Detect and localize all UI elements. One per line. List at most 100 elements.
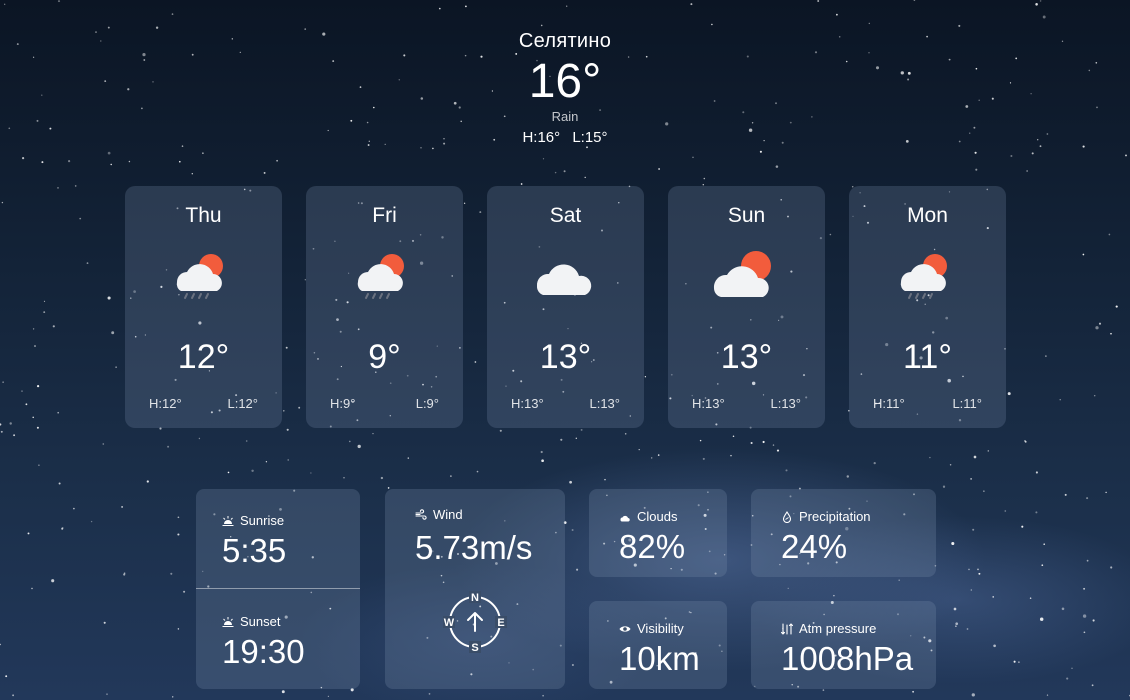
star: [372, 432, 374, 435]
current-weather: Селятино 16° Rain H:16° L:15°: [0, 30, 1130, 146]
sun-times-tile: Sunrise 5:35 Sunset 19:30: [196, 489, 360, 689]
star: [762, 440, 765, 444]
star: [929, 456, 931, 459]
star: [155, 26, 159, 29]
star: [912, 690, 914, 693]
precipitation-value: 24%: [781, 528, 848, 565]
star: [450, 475, 452, 477]
star: [1021, 525, 1024, 528]
current-low: L:15°: [572, 129, 608, 146]
star: [420, 146, 422, 149]
star: [836, 13, 838, 16]
star: [102, 443, 105, 445]
forecast-day: Fri: [372, 204, 397, 227]
star: [107, 151, 111, 155]
star: [955, 625, 957, 627]
star: [432, 147, 434, 150]
star: [1039, 617, 1044, 621]
star: [949, 463, 952, 466]
star: [68, 160, 71, 163]
pressure-icon: [781, 622, 793, 635]
forecast-temperature: 13°: [720, 338, 773, 376]
star: [1105, 491, 1107, 494]
star: [977, 568, 979, 571]
star: [987, 450, 990, 452]
forecast-card-thu[interactable]: Thu 12° H:12° L:12°: [125, 186, 282, 428]
forecast-temperature: 9°: [368, 338, 401, 376]
star: [955, 622, 959, 626]
star: [1029, 597, 1032, 599]
star: [541, 459, 544, 463]
forecast-low: L:12°: [227, 396, 258, 411]
forecast-high: H:9°: [330, 396, 356, 411]
star: [146, 480, 149, 483]
star: [868, 22, 870, 25]
star: [1031, 152, 1034, 155]
star: [1043, 543, 1046, 546]
star: [951, 541, 955, 546]
star: [171, 696, 174, 698]
star: [1064, 493, 1067, 496]
star: [542, 694, 544, 697]
star: [651, 457, 653, 459]
star: [1061, 607, 1065, 611]
star: [913, 0, 916, 1]
star: [41, 161, 44, 164]
star: [1095, 326, 1099, 330]
star: [571, 663, 574, 667]
star: [32, 328, 35, 330]
forecast-card-sat[interactable]: Sat 13° H:13° L:13°: [487, 186, 644, 428]
star: [198, 437, 201, 440]
pressure-label: Atm pressure: [781, 621, 876, 636]
star: [9, 422, 12, 425]
clouds-tile: Clouds 82%: [589, 489, 727, 577]
star: [21, 390, 23, 392]
forecast-low: L:13°: [589, 396, 620, 411]
forecast-card-fri[interactable]: Fri 9° H:9° L:9°: [306, 186, 463, 428]
compass-north: N: [471, 592, 479, 604]
star: [245, 440, 248, 442]
sun-cloud-rain-icon: [176, 254, 223, 299]
star: [1082, 614, 1087, 618]
sun-cloud-icon: [713, 251, 771, 297]
star: [1046, 694, 1049, 696]
compass-icon: N S W E: [443, 591, 507, 654]
star: [171, 13, 174, 15]
star: [1066, 677, 1069, 680]
star: [36, 426, 39, 429]
star: [43, 300, 46, 302]
star: [387, 487, 390, 489]
star: [183, 590, 186, 593]
star: [310, 472, 312, 474]
star: [702, 457, 705, 460]
star: [1024, 440, 1027, 443]
forecast-card-mon[interactable]: Mon 11° H:11° L:11°: [849, 186, 1006, 428]
star: [711, 23, 713, 26]
star: [1035, 3, 1038, 6]
star: [560, 438, 563, 441]
star: [966, 628, 969, 630]
star: [111, 331, 115, 335]
forecast-card-sun[interactable]: Sun 13° H:13° L:13°: [668, 186, 825, 428]
star: [584, 176, 586, 179]
star: [822, 689, 825, 691]
star: [73, 507, 75, 510]
forecast-high: H:13°: [692, 396, 725, 411]
star: [703, 177, 706, 180]
forecast-high: H:12°: [149, 396, 182, 411]
star: [1098, 322, 1102, 325]
star: [52, 325, 55, 328]
star: [730, 454, 732, 457]
wind-direction-arrow-icon: [467, 612, 483, 632]
star: [785, 469, 788, 472]
star: [286, 428, 289, 431]
star: [699, 439, 702, 442]
star: [202, 152, 204, 154]
star: [776, 449, 780, 452]
star: [759, 150, 762, 153]
star: [1083, 631, 1086, 634]
star: [13, 434, 16, 437]
star: [580, 428, 583, 431]
forecast-temperature: 11°: [903, 338, 952, 376]
star: [34, 345, 36, 347]
